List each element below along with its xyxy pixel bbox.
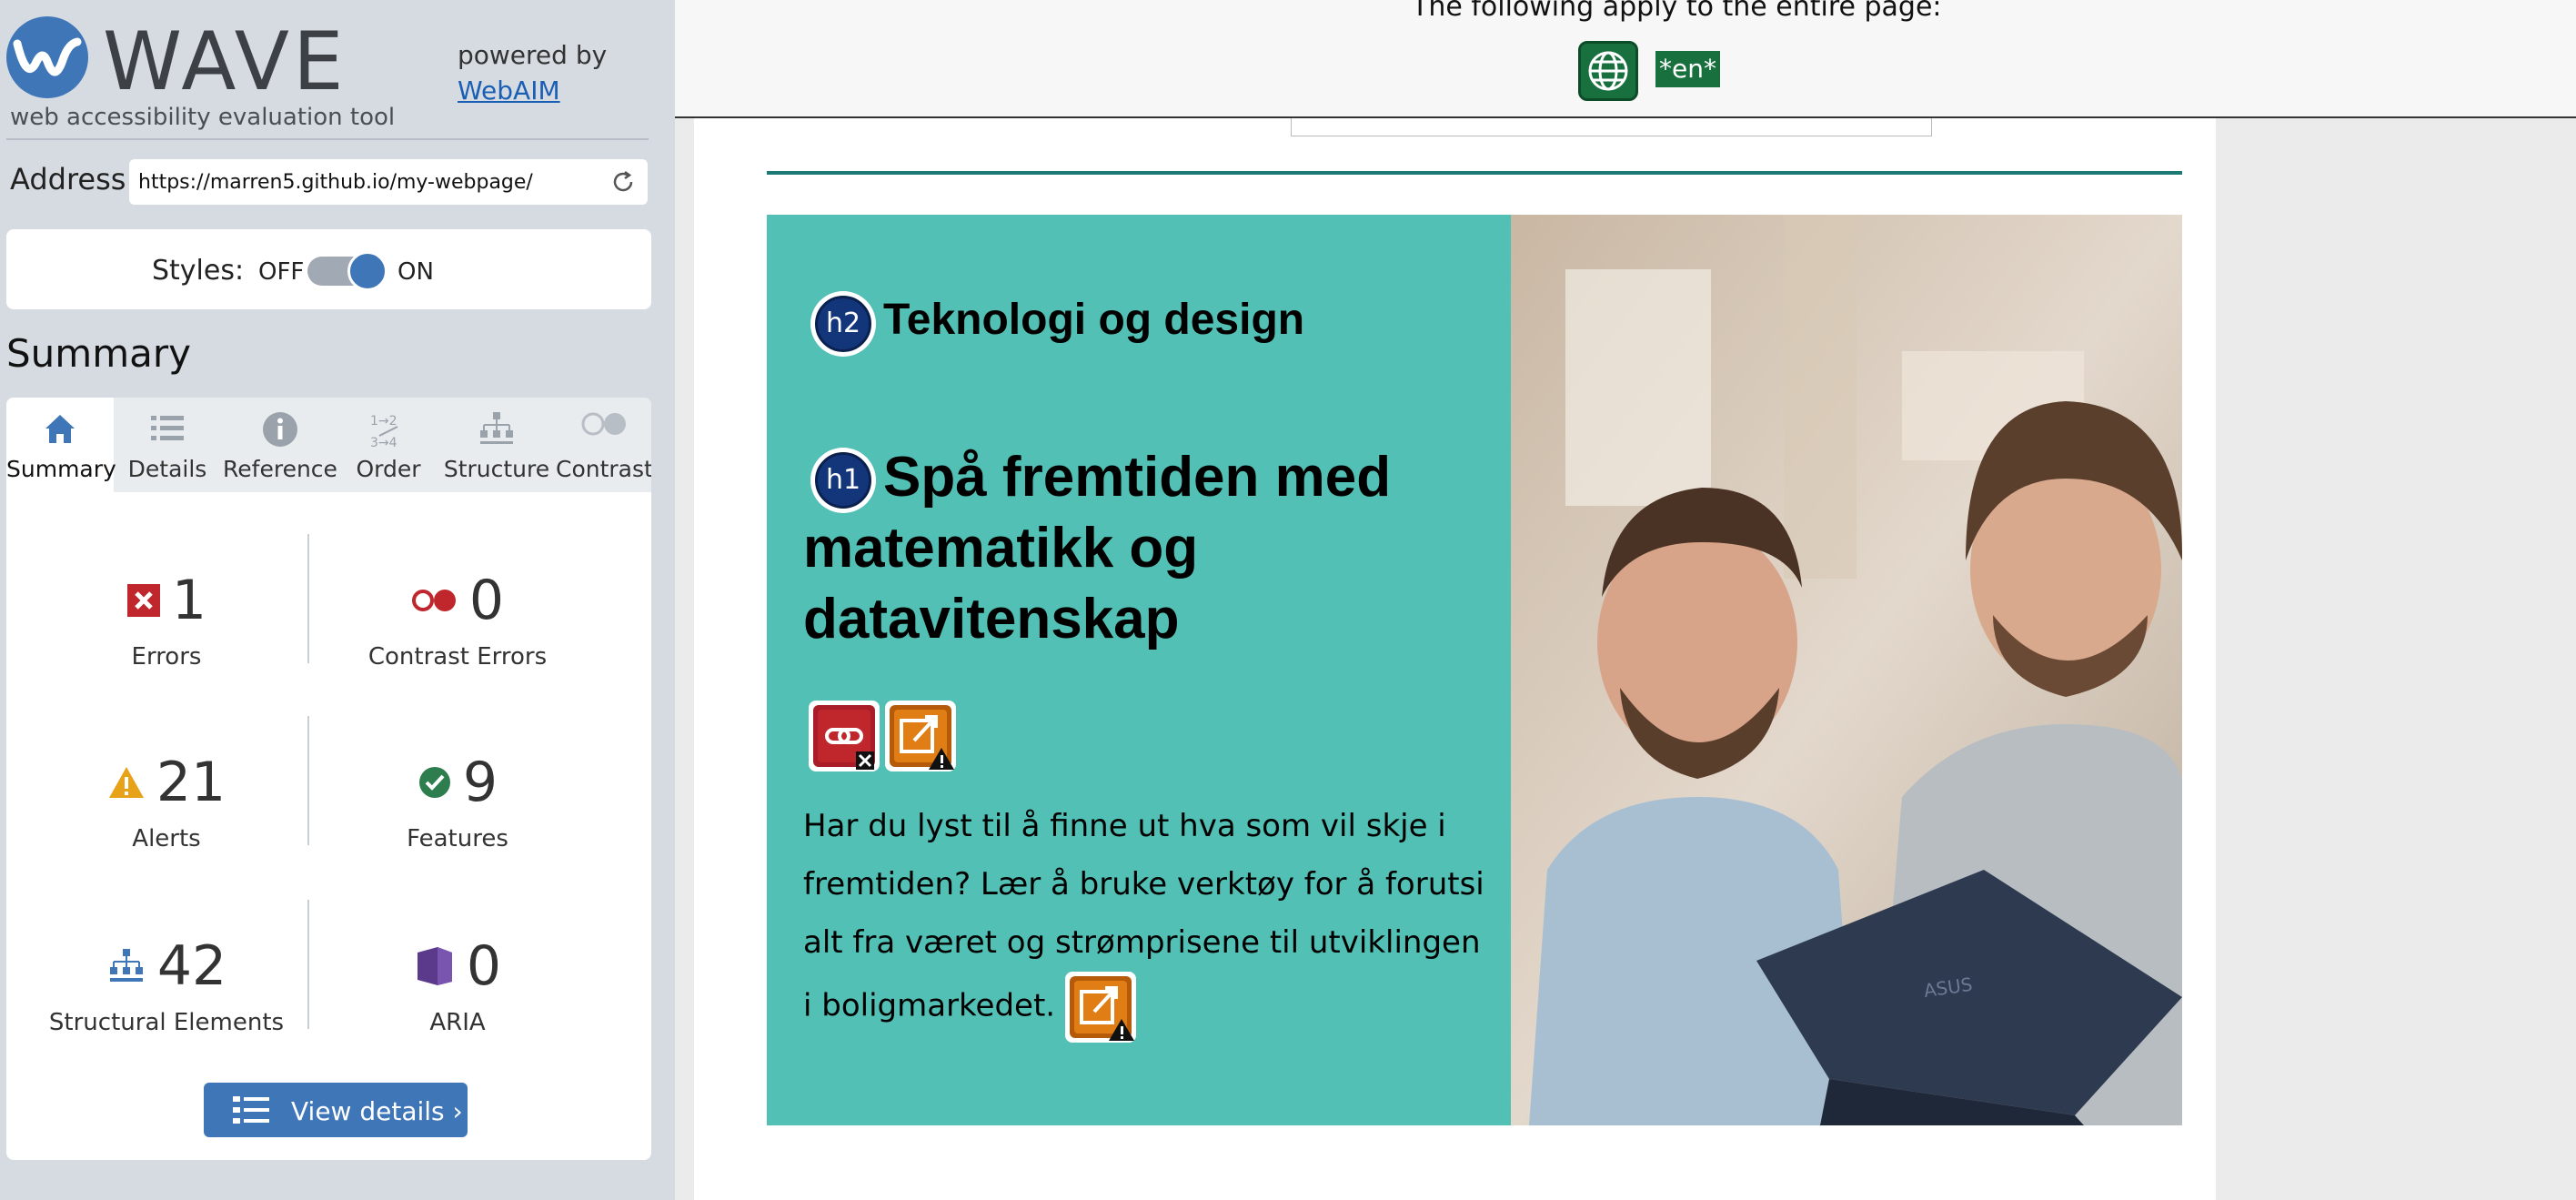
list-icon [151,416,184,440]
tab-order[interactable]: 1→2 3→4 Order [339,398,438,492]
structural-count: 42 [156,934,227,998]
broken-link-error-icon[interactable] [809,701,880,771]
summary-heading: Summary [6,331,191,376]
tab-label: Details [127,456,207,482]
view-details-button[interactable]: View details › [204,1083,468,1137]
address-bar [129,159,648,205]
tab-contrast[interactable]: Contrast [556,398,651,492]
wave-subtitle: web accessibility evaluation tool [10,104,396,131]
hero-section: h2 Teknologi og design h1 Spå fremtiden … [767,215,2182,1125]
home-icon [45,415,75,443]
info-icon [263,412,297,447]
tab-structure[interactable]: Structure [438,398,556,492]
page-preview: h2 Teknologi og design h1 Spå fremtiden … [675,0,2576,1200]
page-level-info-text: The following apply to the entire page: [1412,0,1942,23]
hero-h2: Teknologi og design [883,296,1305,344]
tab-label: Contrast [556,456,651,482]
tab-summary[interactable]: Summary [6,398,116,492]
aria-count: 0 [466,934,502,998]
address-input[interactable] [138,165,593,199]
structure-elements-icon [109,949,143,982]
features-label: Features [407,825,508,852]
wave-title: WAVE [103,15,347,108]
contrast-error-icon [411,590,456,611]
styles-on-label: ON [397,258,434,286]
new-window-alert-icon[interactable] [1064,972,1136,1043]
h2-badge-label: h2 [815,296,871,352]
styles-label: Styles: [152,255,245,287]
language-globe-icon[interactable] [1578,41,1638,101]
contrast-icon [581,412,626,436]
order-icon: 1→2 3→4 [370,414,398,450]
styles-toggle-card: Styles: OFF ON [6,229,651,309]
tab-label: Structure [443,456,550,482]
tab-label: Reference [223,456,337,482]
hero-paragraph: Har du lyst til å finne ut hva som vil s… [803,797,1494,1043]
refresh-icon[interactable] [609,168,637,196]
aria-icon [417,947,452,985]
contrast-errors-label: Contrast Errors [367,643,548,671]
hero-body-text: Har du lyst til å finne ut hva som vil s… [803,808,1484,1024]
list-icon [233,1096,269,1124]
new-window-alert-icon[interactable] [885,701,956,771]
alert-icon [108,767,144,798]
styles-off-label: OFF [258,258,305,286]
hero-text-panel: h2 Teknologi og design h1 Spå fremtiden … [767,215,1511,1125]
aria-label: ARIA [429,1009,486,1036]
address-label: Address: [10,162,136,197]
svg-text:1→2: 1→2 [370,414,397,429]
wave-logo-icon [6,16,88,98]
errors-count: 1 [171,569,207,632]
structure-icon [480,412,513,444]
hero-photo: ASUS [1511,215,2182,1125]
page-level-info-bar: The following apply to the entire page: … [675,0,2576,118]
tab-details[interactable]: Details [114,398,221,492]
tab-reference[interactable]: Reference [221,398,339,492]
feature-icon [418,767,450,798]
tab-label: Summary [6,456,116,482]
language-tag[interactable]: *en* [1655,51,1720,87]
alerts-count: 21 [156,751,226,814]
webaim-link[interactable]: WebAIM [458,76,560,106]
webpage-canvas: h2 Teknologi og design h1 Spå fremtiden … [694,0,2216,1200]
teal-divider [767,171,2182,175]
wave-sidebar: WAVE web accessibility evaluation tool p… [0,0,675,1200]
sidebar-divider [6,138,649,140]
features-count: 9 [462,751,498,814]
panel-tabs: Summary Details Reference 1→2 3→4 Order … [6,398,651,492]
h2-badge-icon[interactable]: h2 [810,291,876,357]
view-details-label: View details › [291,1096,463,1126]
tab-label: Order [356,456,421,482]
styles-toggle[interactable] [307,251,387,291]
error-icon [126,584,160,617]
contrast-errors-count: 0 [468,569,505,632]
powered-by-text: powered by [458,40,608,70]
svg-text:3→4: 3→4 [370,436,397,450]
hero-h1: Spå fremtiden med matematikk og datavite… [803,446,1392,650]
toggle-knob[interactable] [347,251,387,291]
summary-panel: Summary Details Reference 1→2 3→4 Order … [6,398,651,1160]
